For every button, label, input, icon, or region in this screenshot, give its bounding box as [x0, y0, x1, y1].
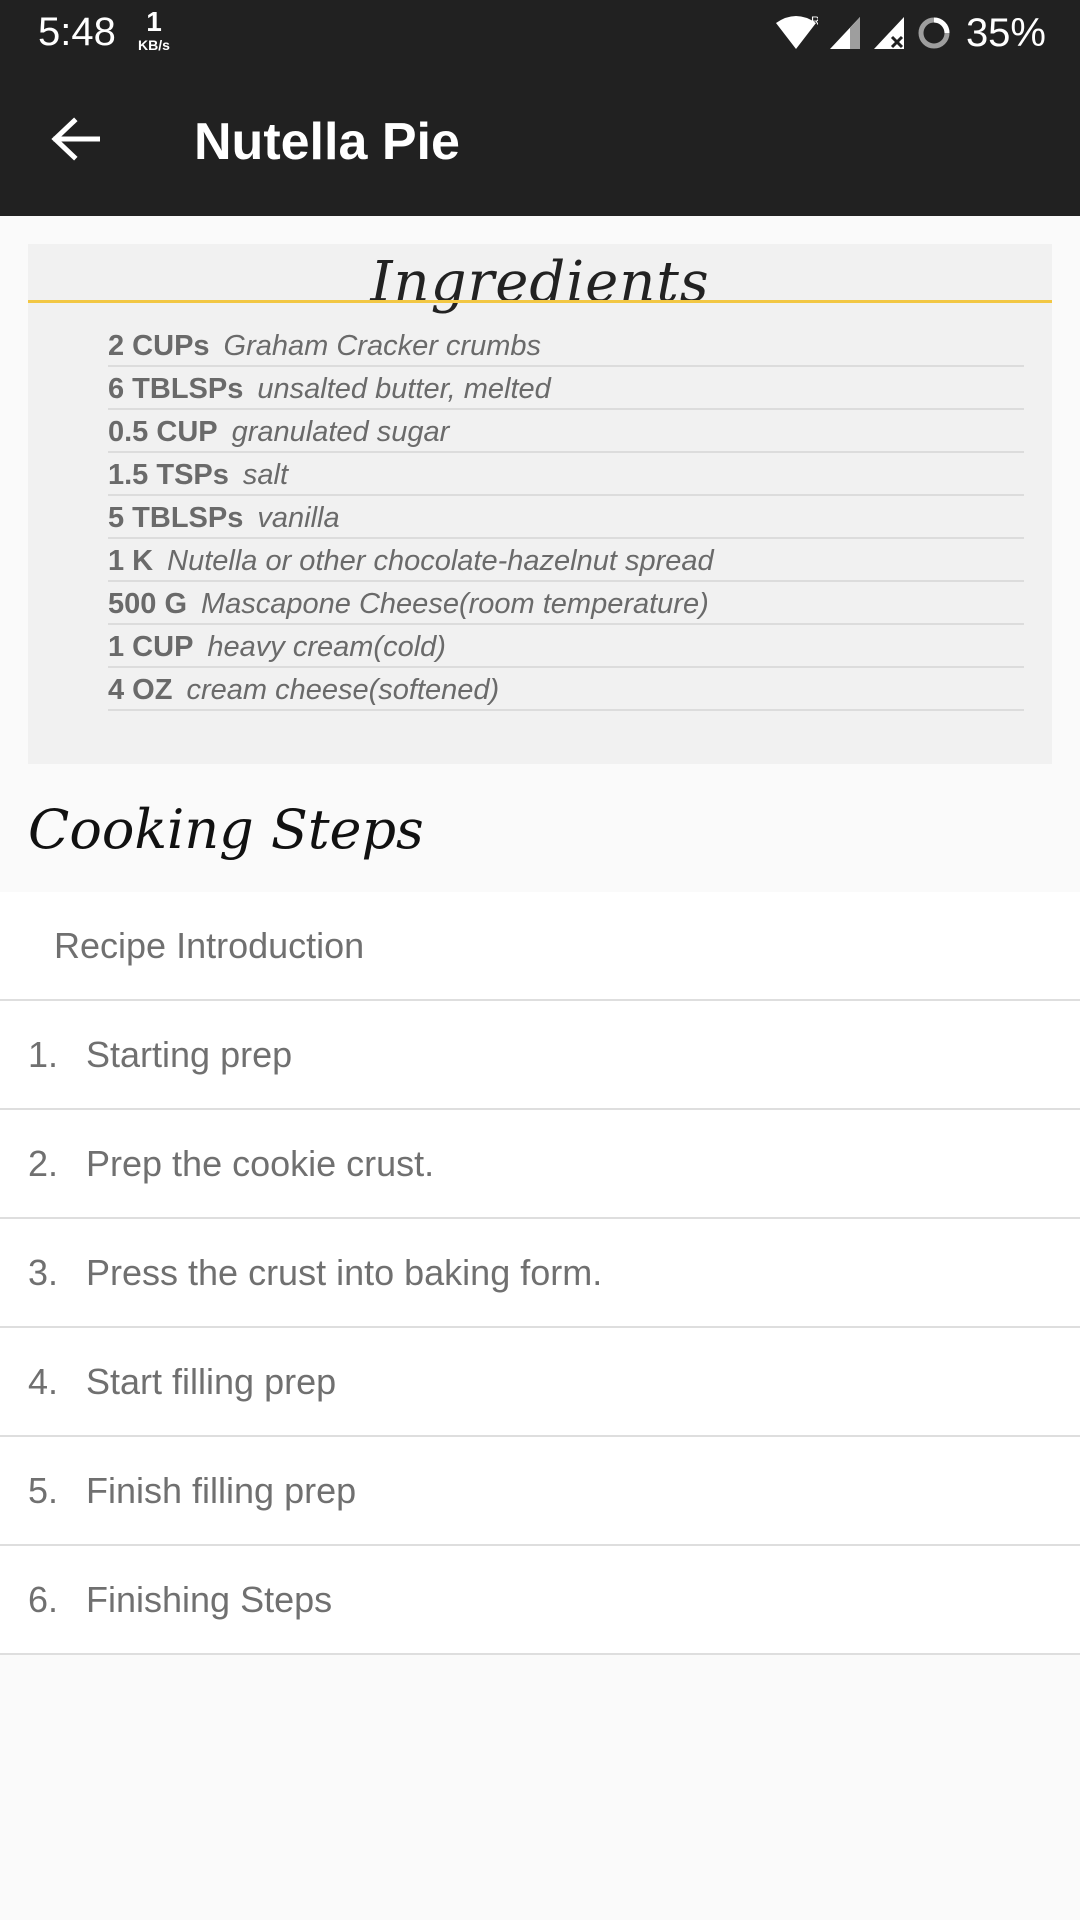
ingredient-quantity: 6 TBLSPs	[108, 373, 244, 405]
battery-percent: 35%	[965, 10, 1046, 55]
ingredient-quantity: 5 TBLSPs	[108, 502, 244, 534]
ingredient-name: salt	[242, 459, 289, 491]
recipe-introduction-item[interactable]: Recipe Introduction	[0, 892, 1080, 1001]
step-label: Press the crust into baking form.	[86, 1251, 603, 1293]
ingredient-name: vanilla	[257, 502, 340, 534]
step-number: 1.	[28, 1033, 59, 1075]
step-label: Finishing Steps	[86, 1578, 333, 1620]
ingredient-name: cream cheese(softened)	[186, 674, 500, 706]
svg-text:R: R	[811, 15, 818, 28]
status-time: 5:48	[38, 10, 116, 54]
ingredient-quantity: 1 CUP	[108, 631, 194, 663]
ingredient-name: Graham Cracker crumbs	[223, 330, 542, 362]
ingredient-name: granulated sugar	[231, 416, 450, 448]
step-label: Prep the cookie crust.	[86, 1142, 435, 1184]
ingredients-divider	[28, 300, 1052, 303]
ingredient-item: 6 TBLSPs unsalted butter, melted	[108, 367, 1024, 410]
ingredient-quantity: 2 CUPs	[108, 330, 210, 362]
ingredient-item: 1.5 TSPs salt	[108, 453, 1024, 496]
signal-icon	[828, 15, 862, 51]
ingredient-quantity: 0.5 CUP	[108, 416, 218, 448]
network-speed-value: 1	[146, 6, 162, 37]
ingredient-quantity: 4 OZ	[108, 674, 173, 706]
step-number: 3.	[28, 1251, 59, 1293]
signal-no-data-icon	[872, 15, 906, 51]
step-number: 4.	[28, 1360, 59, 1402]
ingredient-quantity: 1.5 TSPs	[108, 459, 229, 491]
arrow-left-icon	[50, 116, 101, 166]
ingredient-name: Nutella or other chocolate-hazelnut spre…	[167, 545, 714, 577]
step-item[interactable]: 4. Start filling prep	[0, 1328, 1080, 1437]
step-item[interactable]: 2. Prep the cookie crust.	[0, 1110, 1080, 1219]
ingredient-item: 500 G Mascapone Cheese(room temperature)	[108, 582, 1024, 625]
cooking-steps-heading: Cooking Steps	[28, 798, 424, 861]
ingredient-name: unsalted butter, melted	[257, 373, 551, 405]
step-number: 2.	[28, 1142, 59, 1184]
ingredients-heading: Ingredients	[370, 250, 710, 315]
ingredients-card: Ingredients 2 CUPs Graham Cracker crumbs…	[28, 244, 1052, 764]
ingredient-item: 1 CUP heavy cream(cold)	[108, 625, 1024, 668]
step-number: 6.	[28, 1578, 59, 1620]
ingredient-item: 1 K Nutella or other chocolate-hazelnut …	[108, 539, 1024, 582]
step-item[interactable]: 5. Finish filling prep	[0, 1437, 1080, 1546]
step-item[interactable]: 1. Starting prep	[0, 1001, 1080, 1110]
network-speed-unit: KB/s	[138, 37, 170, 53]
step-label: Starting prep	[86, 1033, 293, 1075]
ingredient-item: 0.5 CUP granulated sugar	[108, 410, 1024, 453]
step-item[interactable]: 3. Press the crust into baking form.	[0, 1219, 1080, 1328]
steps-list: Recipe Introduction 1. Starting prep 2. …	[0, 892, 1080, 1655]
step-item[interactable]: 6. Finishing Steps	[0, 1546, 1080, 1655]
ingredient-item: 5 TBLSPs vanilla	[108, 496, 1024, 539]
status-icons: R 35%	[774, 10, 1046, 56]
ingredient-item: 2 CUPs Graham Cracker crumbs	[108, 324, 1024, 367]
ingredient-quantity: 1 K	[108, 545, 154, 577]
wifi-icon: R	[774, 15, 818, 51]
status-bar: 5:48 1 KB/s R 35%	[0, 0, 1080, 66]
step-label: Start filling prep	[86, 1360, 337, 1402]
battery-icon	[916, 15, 952, 51]
network-speed: 1 KB/s	[132, 6, 176, 53]
app-bar: Nutella Pie	[0, 66, 1080, 216]
step-label: Recipe Introduction	[54, 924, 365, 966]
ingredient-name: Mascapone Cheese(room temperature)	[201, 588, 709, 620]
page-title: Nutella Pie	[194, 113, 460, 171]
ingredient-item: 4 OZ cream cheese(softened)	[108, 668, 1024, 711]
step-number: 5.	[28, 1469, 59, 1511]
ingredient-name: heavy cream(cold)	[207, 631, 446, 663]
ingredient-quantity: 500 G	[108, 588, 187, 620]
back-button[interactable]	[40, 110, 110, 172]
step-label: Finish filling prep	[86, 1469, 357, 1511]
